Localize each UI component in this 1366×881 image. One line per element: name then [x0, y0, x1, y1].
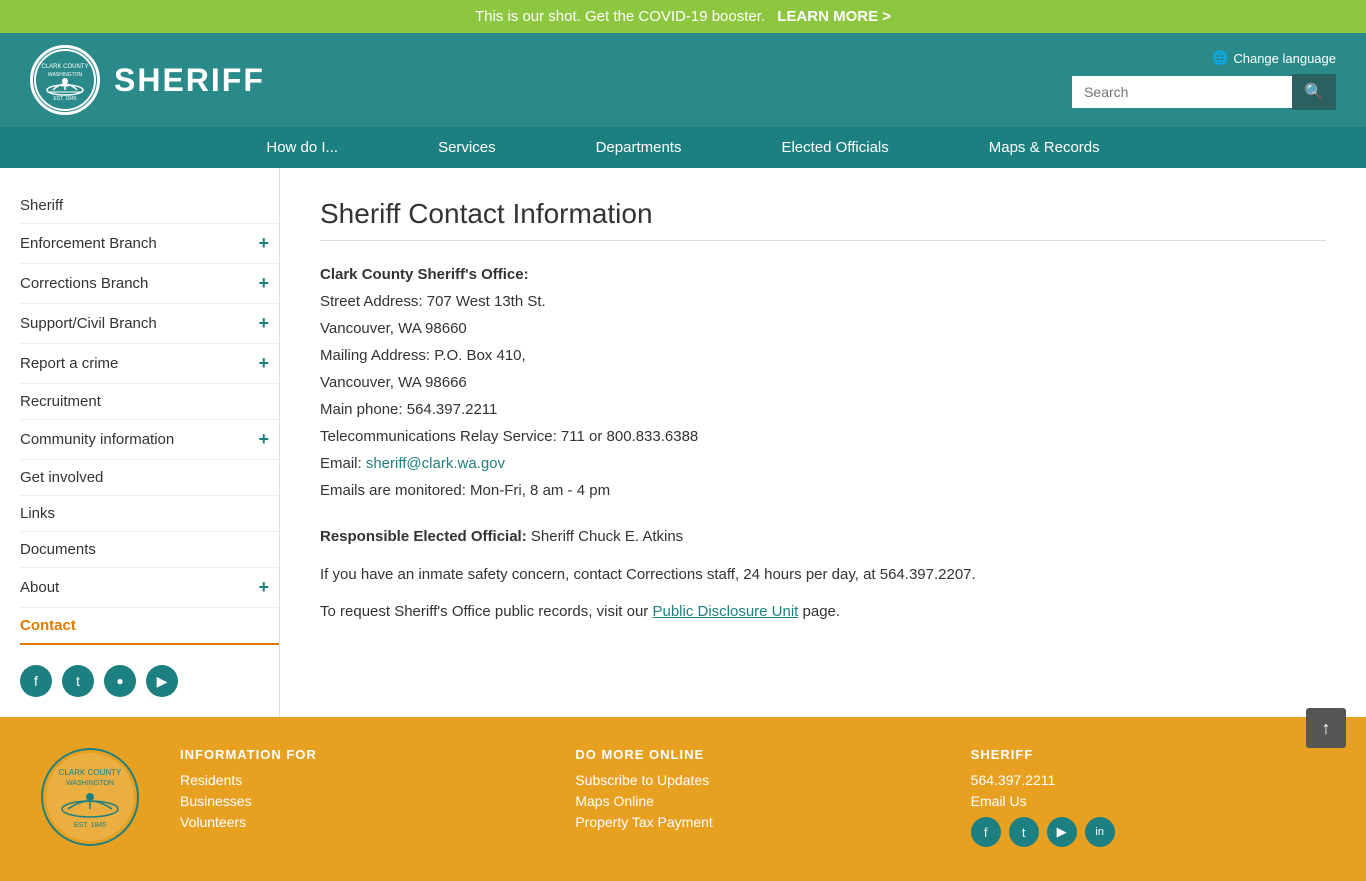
- header: CLARK COUNTY WASHINGTON EST. 1845 SHERIF…: [0, 33, 1366, 127]
- search-input[interactable]: [1072, 76, 1292, 108]
- sidebar-item-documents[interactable]: Documents: [20, 532, 279, 568]
- search-button[interactable]: 🔍: [1292, 74, 1336, 110]
- email-monitored: Emails are monitored: Mon-Fri, 8 am - 4 …: [320, 477, 1326, 504]
- email-line: Email: sheriff@clark.wa.gov: [320, 450, 1326, 477]
- footer-sheriff-phone: 564.397.2211: [971, 772, 1326, 788]
- footer-col-info-for: INFORMATION FOR Residents Businesses Vol…: [180, 747, 535, 835]
- records-para-before: To request Sheriff's Office public recor…: [320, 603, 652, 620]
- instagram-icon[interactable]: ●: [104, 665, 136, 697]
- footer-facebook-icon[interactable]: f: [971, 817, 1001, 847]
- banner-text: This is our shot. Get the COVID-19 boost…: [475, 8, 765, 25]
- nav-maps-records[interactable]: Maps & Records: [939, 127, 1150, 168]
- sheriff-footer-title: SHERIFF: [971, 747, 1326, 762]
- expand-icon: +: [258, 273, 269, 294]
- sidebar-item-contact[interactable]: Contact: [20, 608, 279, 645]
- header-logo: CLARK COUNTY WASHINGTON EST. 1845 SHERIF…: [30, 45, 265, 115]
- main-nav: How do I... Services Departments Elected…: [0, 127, 1366, 168]
- globe-icon: 🌐: [1212, 50, 1228, 66]
- top-banner: This is our shot. Get the COVID-19 boost…: [0, 0, 1366, 33]
- footer-linkedin-icon[interactable]: in: [1085, 817, 1115, 847]
- email-label: Email:: [320, 455, 366, 472]
- street-address: Street Address: 707 West 13th St.: [320, 288, 1326, 315]
- footer-link-volunteers[interactable]: Volunteers: [180, 814, 535, 830]
- footer-social-icons: f t ▶ in: [971, 817, 1326, 847]
- main-content: Sheriff Contact Information Clark County…: [280, 168, 1366, 717]
- learn-more-link[interactable]: LEARN MORE >: [777, 8, 891, 25]
- inmate-para: If you have an inmate safety concern, co…: [320, 562, 1326, 588]
- sidebar: Sheriff Enforcement Branch + Corrections…: [0, 168, 280, 717]
- twitter-icon[interactable]: t: [62, 665, 94, 697]
- do-more-title: DO MORE ONLINE: [575, 747, 930, 762]
- sidebar-item-about[interactable]: About +: [20, 568, 279, 608]
- responsible-label: Responsible Elected Official:: [320, 528, 531, 545]
- sidebar-item-report-a-crime[interactable]: Report a crime +: [20, 344, 279, 384]
- social-icons: f t ● ▶: [20, 665, 279, 697]
- svg-text:EST. 1845: EST. 1845: [53, 96, 76, 102]
- records-para: To request Sheriff's Office public recor…: [320, 599, 1326, 625]
- svg-text:WASHINGTON: WASHINGTON: [66, 780, 114, 787]
- footer-twitter-icon[interactable]: t: [1009, 817, 1039, 847]
- public-disclosure-unit-link[interactable]: Public Disclosure Unit: [652, 603, 798, 620]
- footer-col-sheriff: SHERIFF 564.397.2211 Email Us f t ▶ in: [971, 747, 1326, 847]
- footer-youtube-icon[interactable]: ▶: [1047, 817, 1077, 847]
- nav-elected-officials[interactable]: Elected Officials: [731, 127, 938, 168]
- svg-text:CLARK COUNTY: CLARK COUNTY: [59, 768, 122, 777]
- info-for-title: INFORMATION FOR: [180, 747, 535, 762]
- header-right: 🌐 Change language 🔍: [1072, 50, 1336, 110]
- content-wrapper: Sheriff Enforcement Branch + Corrections…: [0, 168, 1366, 717]
- nav-services[interactable]: Services: [388, 127, 546, 168]
- footer-link-property-tax[interactable]: Property Tax Payment: [575, 814, 930, 830]
- svg-text:CLARK COUNTY: CLARK COUNTY: [41, 64, 88, 70]
- mailing-address: Mailing Address: P.O. Box 410,: [320, 342, 1326, 369]
- sidebar-item-get-involved[interactable]: Get involved: [20, 460, 279, 496]
- footer-link-maps-online[interactable]: Maps Online: [575, 793, 930, 809]
- sidebar-item-enforcement-branch[interactable]: Enforcement Branch +: [20, 224, 279, 264]
- city-state-zip1: Vancouver, WA 98660: [320, 315, 1326, 342]
- responsible-name: Sheriff Chuck E. Atkins: [531, 528, 683, 545]
- logo-circle: CLARK COUNTY WASHINGTON EST. 1845: [30, 45, 100, 115]
- office-label: Clark County Sheriff's Office:: [320, 266, 529, 283]
- sidebar-item-support-civil-branch[interactable]: Support/Civil Branch +: [20, 304, 279, 344]
- expand-icon: +: [258, 429, 269, 450]
- svg-text:EST. 1845: EST. 1845: [74, 822, 106, 829]
- footer: CLARK COUNTY WASHINGTON EST. 1845 INFORM…: [0, 717, 1366, 881]
- footer-link-businesses[interactable]: Businesses: [180, 793, 535, 809]
- expand-icon: +: [258, 313, 269, 334]
- records-para-after: page.: [798, 603, 840, 620]
- footer-col-do-more: DO MORE ONLINE Subscribe to Updates Maps…: [575, 747, 930, 835]
- nav-how-do-i[interactable]: How do I...: [216, 127, 388, 168]
- site-title: SHERIFF: [114, 62, 265, 99]
- change-language-button[interactable]: 🌐 Change language: [1212, 50, 1336, 66]
- expand-icon: +: [258, 353, 269, 374]
- page-title: Sheriff Contact Information: [320, 198, 1326, 241]
- facebook-icon[interactable]: f: [20, 665, 52, 697]
- svg-text:WASHINGTON: WASHINGTON: [48, 72, 83, 78]
- main-phone: Main phone: 564.397.2211: [320, 396, 1326, 423]
- responsible-official-para: Responsible Elected Official: Sheriff Ch…: [320, 524, 1326, 550]
- youtube-icon[interactable]: ▶: [146, 665, 178, 697]
- back-to-top-button[interactable]: ↑: [1306, 708, 1346, 748]
- expand-icon: +: [258, 233, 269, 254]
- footer-link-subscribe[interactable]: Subscribe to Updates: [575, 772, 930, 788]
- trs: Telecommunications Relay Service: 711 or…: [320, 423, 1326, 450]
- footer-email-us-link[interactable]: Email Us: [971, 793, 1326, 809]
- expand-icon: +: [258, 577, 269, 598]
- email-link[interactable]: sheriff@clark.wa.gov: [366, 455, 505, 472]
- sidebar-item-community-information[interactable]: Community information +: [20, 420, 279, 460]
- footer-logo: CLARK COUNTY WASHINGTON EST. 1845: [40, 747, 140, 851]
- search-bar: 🔍: [1072, 74, 1336, 110]
- nav-departments[interactable]: Departments: [546, 127, 732, 168]
- footer-link-residents[interactable]: Residents: [180, 772, 535, 788]
- sidebar-item-recruitment[interactable]: Recruitment: [20, 384, 279, 420]
- sidebar-item-links[interactable]: Links: [20, 496, 279, 532]
- sidebar-item-sheriff[interactable]: Sheriff: [20, 188, 279, 224]
- contact-block: Clark County Sheriff's Office: Street Ad…: [320, 261, 1326, 504]
- city-state-zip2: Vancouver, WA 98666: [320, 369, 1326, 396]
- sidebar-item-corrections-branch[interactable]: Corrections Branch +: [20, 264, 279, 304]
